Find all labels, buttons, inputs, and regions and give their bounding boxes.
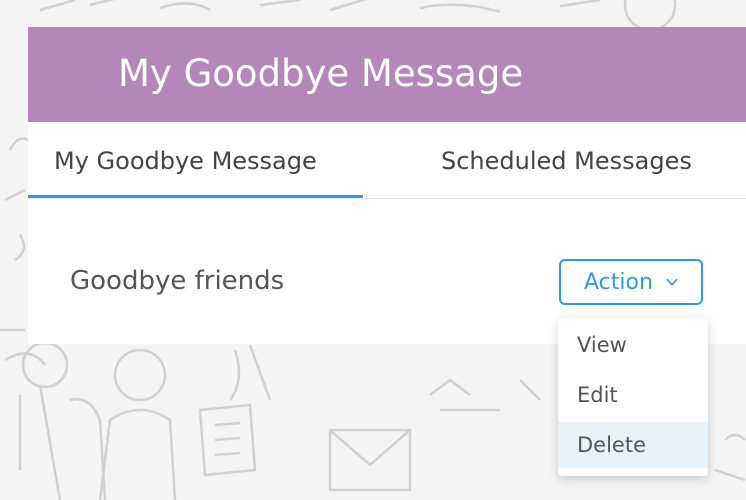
- tab-bar: My Goodbye Message Scheduled Messages: [28, 122, 746, 199]
- page-title: My Goodbye Message: [118, 52, 524, 95]
- chevron-down-icon: [666, 278, 678, 287]
- content-card: My Goodbye Message Scheduled Messages Go…: [28, 122, 746, 344]
- menu-item-edit[interactable]: Edit: [558, 372, 708, 418]
- message-title: Goodbye friends: [70, 266, 285, 296]
- active-tab-indicator: [28, 195, 363, 198]
- menu-item-delete[interactable]: Delete: [558, 422, 708, 468]
- page-header: My Goodbye Message: [28, 27, 746, 122]
- action-dropdown-menu: View Edit Delete: [558, 318, 708, 476]
- action-button-label: Action: [584, 270, 653, 295]
- tab-my-goodbye-message[interactable]: My Goodbye Message: [54, 146, 317, 176]
- action-dropdown-button[interactable]: Action: [559, 259, 703, 305]
- menu-item-view[interactable]: View: [558, 322, 708, 368]
- tab-scheduled-messages[interactable]: Scheduled Messages: [441, 146, 692, 176]
